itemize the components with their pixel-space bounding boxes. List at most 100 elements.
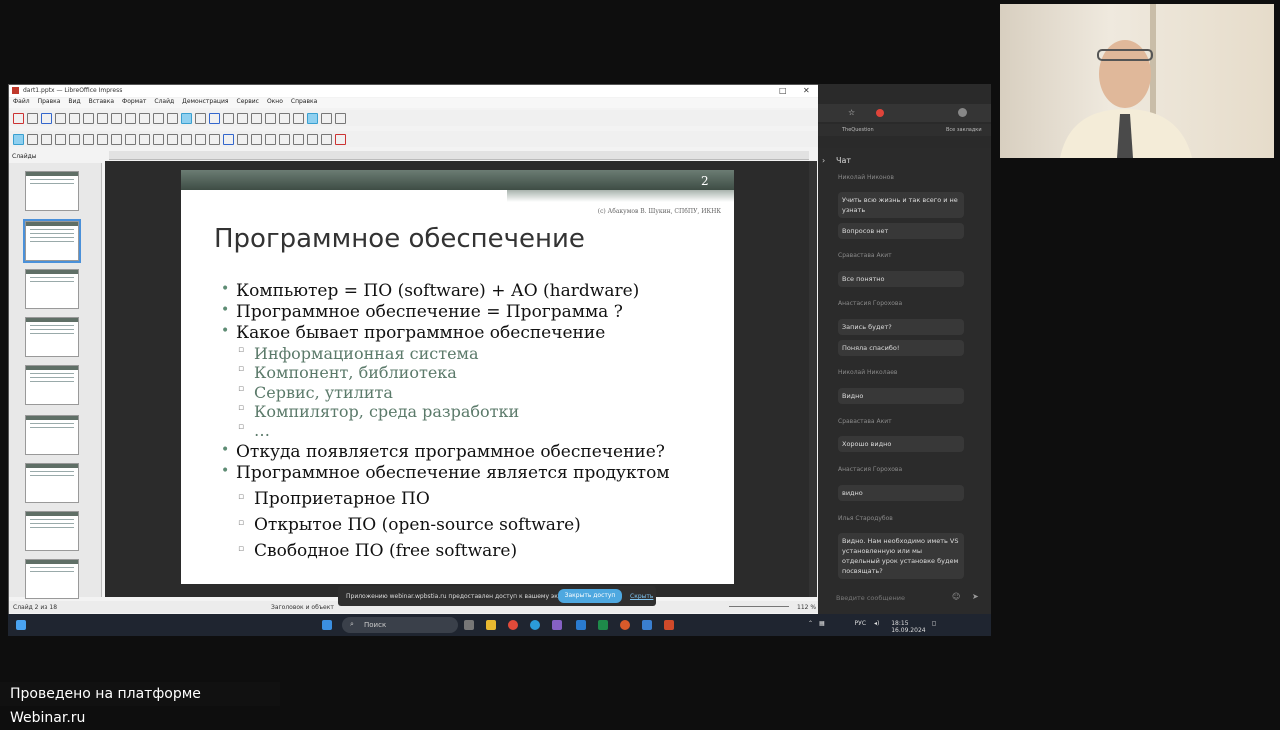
all-bookmarks[interactable]: Все закладки [946,127,982,133]
volume-icon[interactable]: ◂) [874,620,879,627]
align-icon[interactable] [251,133,262,145]
table-icon[interactable] [223,112,234,124]
fill-color-icon[interactable] [55,133,66,145]
symbol-shapes-icon[interactable] [153,133,164,145]
distribute-icon[interactable] [279,133,290,145]
menu-view[interactable]: Вид [68,98,80,108]
view-icon[interactable] [195,112,206,124]
rotate-icon[interactable] [237,133,248,145]
rectangle-icon[interactable] [69,133,80,145]
slide-thumbnail[interactable] [25,317,79,357]
slide-canvas[interactable]: 2 (с) Абакумов В. Шукин, СПбПУ, ИКНК Про… [181,170,734,584]
extension-icon[interactable] [876,109,884,117]
word-icon[interactable] [576,620,586,630]
spellcheck-icon[interactable] [167,112,178,124]
new-icon[interactable] [13,112,24,124]
explorer-icon[interactable] [486,620,496,630]
image-icon[interactable] [237,112,248,124]
edge-icon[interactable] [530,620,540,630]
clock[interactable]: 18:15 16.09.2024 [891,620,925,634]
network-icon[interactable]: ▦ [819,620,825,627]
copy-icon[interactable] [97,112,108,124]
chat-input[interactable]: Введите сообщение [836,594,905,602]
menu-format[interactable]: Формат [122,98,146,108]
flowchart-icon[interactable] [181,133,192,145]
crop-icon[interactable] [307,133,318,145]
menu-file[interactable]: Файл [13,98,30,108]
language-indicator[interactable]: РУС [855,620,866,627]
widgets-icon[interactable] [16,620,26,630]
open-icon[interactable] [27,112,38,124]
impress-icon[interactable] [664,620,674,630]
slide-thumbnail[interactable] [25,559,79,599]
highlight-icon[interactable] [335,133,346,145]
ellipse-icon[interactable] [83,133,94,145]
slide-thumbnail[interactable] [25,415,79,455]
points-icon[interactable] [321,133,332,145]
helplines-icon[interactable] [321,112,332,124]
chrome-icon[interactable] [508,620,518,630]
slide-thumbnail[interactable] [25,269,79,309]
paste-icon[interactable] [111,112,122,124]
vertical-scrollbar[interactable] [809,161,817,597]
curve-icon[interactable] [111,133,122,145]
grid-icon[interactable] [181,112,192,124]
slide-thumbnail-selected[interactable] [23,219,81,263]
hide-link[interactable]: Скрыть [630,593,653,600]
send-icon[interactable]: ➤ [972,592,979,601]
arrange-icon[interactable] [265,133,276,145]
emoji-icon[interactable]: ☺ [952,592,960,601]
menu-slide[interactable]: Слайд [154,98,174,108]
menu-help[interactable]: Справка [291,98,317,108]
zoom-slider[interactable] [729,606,789,607]
undo-icon[interactable] [125,112,136,124]
start-icon[interactable] [322,620,332,630]
chart-icon[interactable] [251,112,262,124]
display-grid-icon[interactable] [307,112,318,124]
stars-icon[interactable] [209,133,220,145]
basic-shapes-icon[interactable] [139,133,150,145]
star-icon[interactable]: ☆ [848,108,855,117]
save-icon[interactable] [41,112,52,124]
menu-window[interactable]: Окно [267,98,283,108]
slide-thumbnail[interactable] [25,171,79,211]
slide-layout-icon[interactable] [209,112,220,124]
task-view-icon[interactable] [464,620,474,630]
connector-icon[interactable] [125,133,136,145]
stop-sharing-button[interactable]: Закрыть доступ [558,589,622,603]
notepad-icon[interactable] [642,620,652,630]
close-icon[interactable]: ✕ [803,86,810,95]
slide-thumbnail[interactable] [25,463,79,503]
menu-edit[interactable]: Правка [38,98,61,108]
line-color-icon[interactable] [41,133,52,145]
profile-icon[interactable] [958,108,967,117]
print-icon[interactable] [69,112,80,124]
taskbar-search[interactable]: ⌕ Поиск [342,617,458,633]
browser-icon[interactable] [620,620,630,630]
zoom-icon[interactable] [27,133,38,145]
bookmark[interactable]: TheQuestion [842,127,874,133]
chevron-up-icon[interactable]: ⌃ [808,620,813,627]
arrows-icon[interactable] [167,133,178,145]
export-icon[interactable] [55,112,66,124]
special-char-icon[interactable] [279,112,290,124]
line-icon[interactable] [97,133,108,145]
3d-objects-icon[interactable] [223,133,234,145]
visual-studio-icon[interactable] [552,620,562,630]
cut-icon[interactable] [83,112,94,124]
find-icon[interactable] [153,112,164,124]
shadow-icon[interactable] [293,133,304,145]
slide-icon[interactable] [335,112,346,124]
slide-thumbnail[interactable] [25,511,79,551]
select-icon[interactable] [13,133,24,145]
menu-slideshow[interactable]: Демонстрация [182,98,228,108]
menu-insert[interactable]: Вставка [89,98,114,108]
notification-icon[interactable]: ◻ [932,620,937,627]
fontwork-icon[interactable] [293,112,304,124]
excel-icon[interactable] [598,620,608,630]
maximize-icon[interactable]: □ [779,86,787,95]
redo-icon[interactable] [139,112,150,124]
menu-tools[interactable]: Сервис [237,98,259,108]
textbox-icon[interactable] [265,112,276,124]
callouts-icon[interactable] [195,133,206,145]
